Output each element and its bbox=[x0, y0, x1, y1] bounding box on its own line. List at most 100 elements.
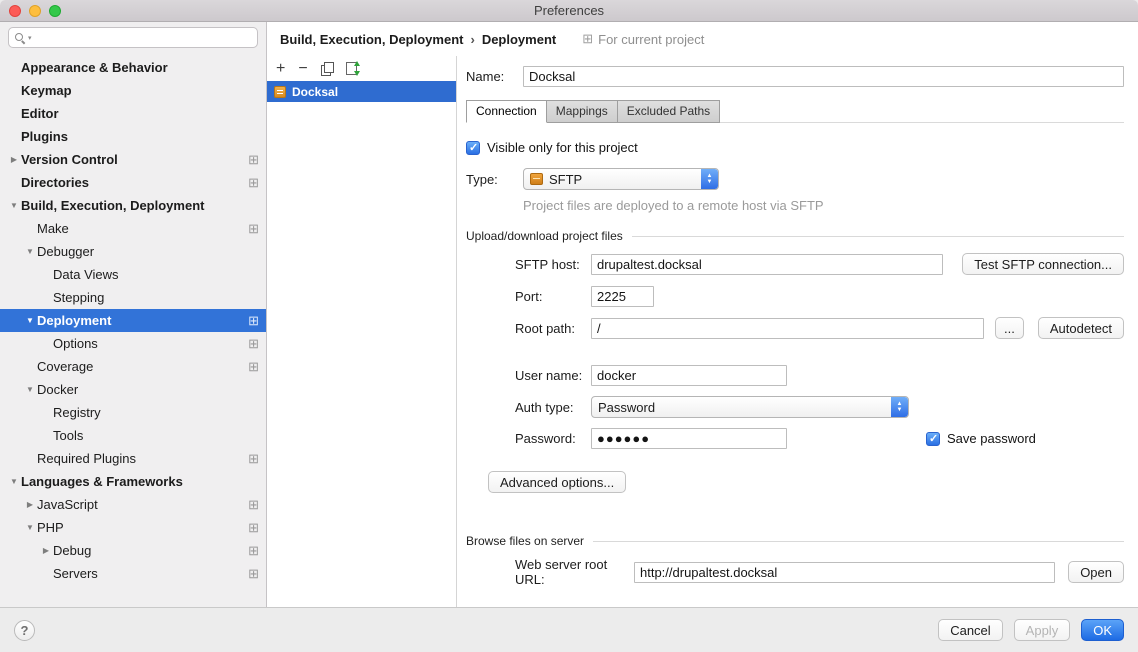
browse-section-header: Browse files on server bbox=[466, 534, 1124, 548]
cancel-button[interactable]: Cancel bbox=[938, 619, 1002, 641]
close-window-button[interactable] bbox=[9, 5, 21, 17]
search-input[interactable] bbox=[35, 31, 251, 45]
save-password-row: Save password bbox=[926, 431, 1036, 446]
sidebar-item-label: Options bbox=[53, 336, 98, 351]
sidebar-item-keymap[interactable]: Keymap bbox=[0, 79, 266, 102]
password-input[interactable] bbox=[591, 428, 787, 449]
user-name-input[interactable] bbox=[591, 365, 787, 386]
zoom-window-button[interactable] bbox=[49, 5, 61, 17]
deployment-form: Name: Connection Mappings Excluded Paths… bbox=[457, 56, 1138, 607]
project-scope-icon: ⊞ bbox=[248, 544, 259, 558]
sidebar-item-javascript[interactable]: ▶JavaScript⊞ bbox=[0, 493, 266, 516]
type-select[interactable]: SFTP ▲▼ bbox=[523, 168, 719, 190]
sidebar-item-label: Coverage bbox=[37, 359, 93, 374]
sidebar-item-options[interactable]: Options ⊞ bbox=[0, 332, 266, 355]
sftp-host-label: SFTP host: bbox=[515, 257, 591, 272]
sidebar-item-label: Stepping bbox=[53, 290, 104, 305]
settings-tree: Appearance & BehaviorKeymapEditor Plugins… bbox=[0, 51, 266, 607]
sidebar-item-label: Tools bbox=[53, 428, 83, 443]
sidebar-item-label: Docker bbox=[37, 382, 78, 397]
sidebar-item-editor[interactable]: Editor bbox=[0, 102, 266, 125]
sidebar-item-data-views[interactable]: Data Views bbox=[0, 263, 266, 286]
sftp-host-input[interactable] bbox=[591, 254, 943, 275]
chevron-right-icon[interactable]: ▶ bbox=[39, 546, 53, 555]
open-button[interactable]: Open bbox=[1068, 561, 1124, 583]
web-root-label: Web server root URL: bbox=[515, 557, 634, 587]
visible-only-label: Visible only for this project bbox=[487, 140, 638, 155]
sidebar-item-debugger[interactable]: ▼Debugger bbox=[0, 240, 266, 263]
sidebar-item-make[interactable]: Make⊞ bbox=[0, 217, 266, 240]
sidebar-item-directories[interactable]: Directories⊞ bbox=[0, 171, 266, 194]
chevron-down-icon[interactable]: ▼ bbox=[23, 385, 37, 394]
preferences-window: Preferences ▾ Appearance & BehaviorKeyma… bbox=[0, 0, 1138, 652]
settings-sidebar: ▾ Appearance & BehaviorKeymapEditor Plugi… bbox=[0, 22, 267, 607]
port-input[interactable] bbox=[591, 286, 654, 307]
search-options-chevron-icon[interactable]: ▾ bbox=[28, 34, 32, 42]
apply-button[interactable]: Apply bbox=[1014, 619, 1071, 641]
help-button[interactable]: ? bbox=[14, 620, 35, 641]
chevron-down-icon[interactable]: ▼ bbox=[23, 316, 37, 325]
sidebar-item-debug[interactable]: ▶Debug⊞ bbox=[0, 539, 266, 562]
autodetect-button[interactable]: Autodetect bbox=[1038, 317, 1124, 339]
project-scope-icon: ⊞ bbox=[248, 176, 259, 190]
auth-type-value: Password bbox=[598, 400, 655, 415]
ok-button[interactable]: OK bbox=[1081, 619, 1124, 641]
visible-only-checkbox[interactable] bbox=[466, 141, 480, 155]
sidebar-item-stepping[interactable]: Stepping bbox=[0, 286, 266, 309]
save-password-checkbox[interactable] bbox=[926, 432, 940, 446]
project-scope-icon: ⊞ bbox=[248, 521, 259, 535]
add-server-icon[interactable]: + bbox=[276, 61, 285, 77]
tab-connection[interactable]: Connection bbox=[466, 100, 547, 123]
sidebar-item-label: Servers bbox=[53, 566, 98, 581]
advanced-options-button[interactable]: Advanced options... bbox=[488, 471, 626, 493]
port-label: Port: bbox=[515, 289, 591, 304]
window-title: Preferences bbox=[534, 3, 604, 18]
dialog-footer: ? Cancel Apply OK bbox=[0, 607, 1138, 652]
copy-server-icon[interactable] bbox=[321, 62, 333, 75]
chevron-down-icon[interactable]: ▼ bbox=[23, 247, 37, 256]
sidebar-item-label: Data Views bbox=[53, 267, 119, 282]
sidebar-item-label: Registry bbox=[53, 405, 101, 420]
type-select-value: SFTP bbox=[524, 172, 701, 187]
sidebar-item-coverage[interactable]: Coverage⊞ bbox=[0, 355, 266, 378]
sidebar-item-appearance-behavior[interactable]: Appearance & Behavior bbox=[0, 56, 266, 79]
sidebar-item-deployment[interactable]: ▼Deployment⊞ bbox=[0, 309, 266, 332]
sidebar-item-required-plugins[interactable]: Required Plugins⊞ bbox=[0, 447, 266, 470]
remove-server-icon[interactable]: − bbox=[298, 61, 307, 77]
sftp-type-icon bbox=[530, 173, 543, 185]
project-scope-icon: ⊞ bbox=[248, 337, 259, 351]
auth-type-select[interactable]: Password ▲▼ bbox=[591, 396, 909, 418]
browse-root-path-button[interactable]: ... bbox=[995, 317, 1024, 339]
tab-excluded-paths[interactable]: Excluded Paths bbox=[618, 100, 720, 123]
sidebar-item-label: Deployment bbox=[37, 313, 111, 328]
sidebar-item-build-execution-deployment[interactable]: ▼Build, Execution, Deployment bbox=[0, 194, 266, 217]
tab-mappings[interactable]: Mappings bbox=[547, 100, 618, 123]
breadcrumb-parent[interactable]: Build, Execution, Deployment bbox=[280, 32, 463, 47]
sidebar-item-registry[interactable]: Registry bbox=[0, 401, 266, 424]
chevron-down-icon[interactable]: ▼ bbox=[23, 523, 37, 532]
chevron-down-icon[interactable]: ▼ bbox=[7, 477, 21, 486]
servers-toolbar: + − bbox=[267, 56, 456, 81]
server-list-item-docksal[interactable]: Docksal bbox=[267, 81, 456, 102]
name-input[interactable] bbox=[523, 66, 1124, 87]
chevron-down-icon[interactable]: ▼ bbox=[7, 201, 21, 210]
chevron-right-icon[interactable]: ▶ bbox=[7, 155, 21, 164]
test-sftp-connection-button[interactable]: Test SFTP connection... bbox=[962, 253, 1124, 275]
type-value: SFTP bbox=[549, 172, 582, 187]
minimize-window-button[interactable] bbox=[29, 5, 41, 17]
sidebar-item-languages-frameworks[interactable]: ▼Languages & Frameworks bbox=[0, 470, 266, 493]
sidebar-item-tools[interactable]: Tools bbox=[0, 424, 266, 447]
sidebar-item-servers[interactable]: Servers⊞ bbox=[0, 562, 266, 585]
auth-type-label: Auth type: bbox=[515, 400, 591, 415]
web-root-input[interactable] bbox=[634, 562, 1055, 583]
dropdown-stepper-icon: ▲▼ bbox=[701, 169, 718, 189]
sidebar-item-version-control[interactable]: ▶Version Control⊞ bbox=[0, 148, 266, 171]
settings-search-box[interactable]: ▾ bbox=[8, 27, 258, 48]
sidebar-item-php[interactable]: ▼PHP⊞ bbox=[0, 516, 266, 539]
sidebar-item-label: Plugins bbox=[21, 129, 68, 144]
import-export-config-icon[interactable] bbox=[346, 62, 357, 75]
root-path-input[interactable] bbox=[591, 318, 984, 339]
sidebar-item-plugins[interactable]: Plugins bbox=[0, 125, 266, 148]
chevron-right-icon[interactable]: ▶ bbox=[23, 500, 37, 509]
sidebar-item-docker[interactable]: ▼Docker bbox=[0, 378, 266, 401]
